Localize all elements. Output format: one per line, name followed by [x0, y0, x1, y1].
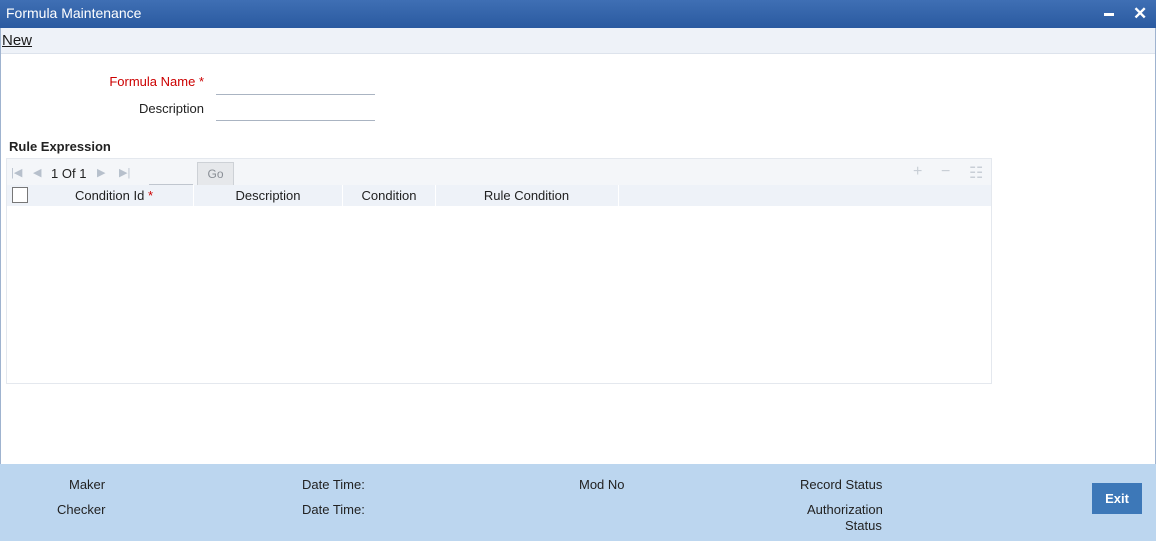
column-header-description: Description [194, 185, 343, 206]
exit-button[interactable]: Exit [1092, 483, 1142, 514]
last-page-icon[interactable]: ▶| [119, 166, 130, 179]
rule-expression-title: Rule Expression [9, 139, 111, 154]
authorization-status-label: Status [845, 518, 882, 533]
page-indicator: 1 Of 1 [51, 166, 87, 181]
formula-name-input[interactable] [216, 74, 375, 95]
column-header-condition: Condition [343, 185, 436, 206]
page-number-input[interactable] [149, 162, 193, 185]
grid-toolbar: |◀ ◀ 1 Of 1 ▶ ▶| Go + − ☷ [7, 159, 991, 186]
formula-name-label: Formula Name * [109, 74, 204, 89]
rule-expression-grid: |◀ ◀ 1 Of 1 ▶ ▶| Go + − ☷ Condition Id *… [6, 158, 992, 384]
window-title: Formula Maintenance [6, 5, 142, 21]
delete-row-icon[interactable]: − [941, 163, 950, 181]
grid-header-row: Condition Id * Description Condition Rul… [7, 185, 991, 206]
maker-label: Maker [69, 477, 106, 492]
go-button[interactable]: Go [197, 162, 234, 186]
add-row-icon[interactable]: + [913, 163, 922, 181]
prev-page-icon[interactable]: ◀ [33, 166, 41, 179]
frame-border-left [0, 28, 1, 468]
required-marker: * [198, 74, 204, 89]
authorization-label: Authorization [807, 502, 883, 517]
column-header-condition-id: Condition Id * [35, 185, 194, 206]
column-header-rule-condition: Rule Condition [435, 185, 619, 206]
select-all-checkbox[interactable] [12, 187, 28, 203]
mod-no-label: Mod No [579, 477, 625, 492]
description-label: Description [138, 101, 204, 116]
description-input[interactable] [216, 100, 375, 121]
audit-footer [0, 464, 1156, 541]
minimize-button[interactable] [1104, 13, 1114, 16]
checker-label: Checker [57, 502, 106, 517]
menu-bar: New [0, 28, 1156, 54]
checker-date-time-label: Date Time: [302, 502, 365, 517]
required-marker: * [147, 188, 154, 203]
close-button[interactable]: ✕ [1133, 4, 1147, 24]
first-page-icon[interactable]: |◀ [11, 166, 22, 179]
maker-date-time-label: Date Time: [302, 477, 365, 492]
window-titlebar: Formula Maintenance ✕ [0, 0, 1156, 28]
next-page-icon[interactable]: ▶ [97, 166, 105, 179]
record-status-label: Record Status [800, 477, 883, 492]
new-menu-item[interactable]: New [2, 32, 32, 49]
single-view-icon[interactable]: ☷ [969, 163, 983, 183]
